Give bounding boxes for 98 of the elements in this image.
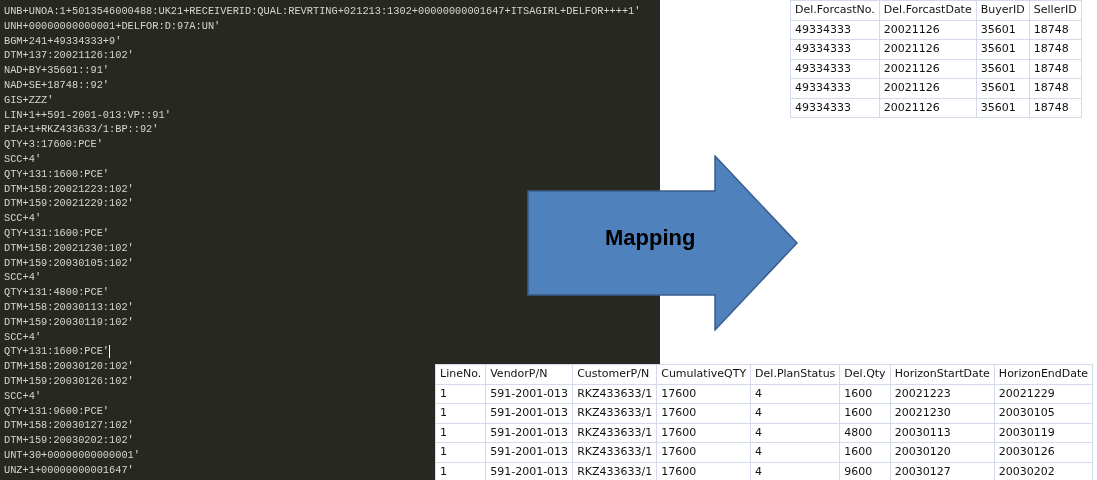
column-header: Del.PlanStatus	[750, 364, 840, 384]
table-cell: 49334333	[790, 39, 880, 59]
table-cell: 35601	[976, 39, 1030, 59]
column-header: HorizonStartDate	[890, 364, 995, 384]
table-cell: 591-2001-013	[485, 384, 573, 404]
table-cell: 20030126	[994, 442, 1093, 462]
code-line: PIA+1+RKZ433633/1:BP::92'	[4, 122, 159, 138]
table-cell: 4	[750, 384, 840, 404]
table-cell: 1600	[839, 384, 891, 404]
table-cell: 18748	[1029, 20, 1082, 40]
table-cell: 17600	[656, 423, 751, 443]
table-cell: 20021126	[879, 98, 977, 118]
code-line: UNZ+1+00000000001647'	[4, 462, 134, 478]
table-cell: RKZ433633/1	[572, 442, 657, 462]
table-cell: 1	[435, 423, 486, 443]
table-cell: 20030113	[890, 423, 995, 443]
code-line: NAD+BY+35601::91'	[4, 63, 110, 78]
code-line: SCC+4'	[4, 388, 42, 404]
column-header: CumulativeQTY	[656, 364, 751, 384]
table-cell: RKZ433633/1	[572, 384, 657, 404]
code-line: DTM+159:20030105:102'	[4, 255, 134, 271]
code-line: DTM+158:20021223:102'	[4, 181, 134, 197]
table-cell: 17600	[656, 442, 751, 462]
column-header: CustomerP/N	[572, 364, 657, 384]
table-cell: 1	[435, 462, 486, 480]
table-cell: 20021126	[879, 39, 977, 59]
table-cell: 17600	[656, 384, 751, 404]
column-header: SellerID	[1029, 0, 1082, 20]
table-cell: 20021223	[890, 384, 995, 404]
code-line: QTY+131:1600:PCE'	[4, 166, 110, 182]
column-header: BuyerID	[976, 0, 1030, 20]
column-header: Del.ForcastDate	[879, 0, 977, 20]
column-header: LineNo.	[435, 364, 486, 384]
table-cell: 35601	[976, 78, 1030, 98]
column-header: Del.Qty	[839, 364, 891, 384]
code-line: DTM+159:20030202:102'	[4, 433, 134, 448]
column-header: VendorP/N	[485, 364, 573, 384]
code-line: NAD+SE+18748::92'	[4, 78, 110, 93]
table-cell: 49334333	[790, 98, 880, 118]
code-line: DTM+158:20021230:102'	[4, 240, 134, 256]
table-cell: RKZ433633/1	[572, 423, 657, 443]
table-cell: 20030119	[994, 423, 1093, 443]
table-cell: RKZ433633/1	[572, 403, 657, 423]
table-cell: 18748	[1029, 98, 1082, 118]
table-cell: 1600	[839, 403, 891, 423]
table-cell: 591-2001-013	[485, 442, 573, 462]
code-line: QTY+131:1600:PCE'	[4, 225, 110, 241]
table-cell: 35601	[976, 59, 1030, 79]
code-line: QTY+131:9600:PCE'	[4, 403, 110, 419]
table-cell: 4	[750, 423, 840, 443]
table-cell: 35601	[976, 20, 1030, 40]
code-line: SCC+4'	[4, 151, 42, 167]
mapping-label: Mapping	[605, 225, 696, 251]
code-line: DTM+158:20030120:102'	[4, 359, 134, 374]
table-cell: 4	[750, 403, 840, 423]
table-cell: 18748	[1029, 39, 1082, 59]
code-line: SCC+4'	[4, 211, 42, 226]
table-cell: 591-2001-013	[485, 403, 573, 423]
code-line: GIS+ZZZ'	[4, 92, 54, 108]
table-cell: 35601	[976, 98, 1030, 118]
table-cell: 49334333	[790, 20, 880, 40]
code-line: DTM+158:20030113:102'	[4, 299, 134, 315]
code-line: UNB+UNOA:1+5013546000488:UK21+RECEIVERID:QUAL:REVRTING+021213:1302+00000000001647+ITSAGIRL+DELFOR++++1'	[4, 4, 641, 19]
table-cell: 20021126	[879, 78, 977, 98]
table-cell: 1	[435, 384, 486, 404]
table-cell: 1600	[839, 442, 891, 462]
code-line: DTM+159:20030126:102'	[4, 373, 134, 389]
code-line: BGM+241+49334333+9'	[4, 33, 122, 49]
code-line: LIN+1++591-2001-013:VP::91'	[4, 107, 171, 123]
table-cell: 1	[435, 403, 486, 423]
table-cell: 20030120	[890, 442, 995, 462]
column-header: HorizonEndDate	[994, 364, 1093, 384]
code-line: SCC+4'	[4, 329, 42, 345]
table-cell: 17600	[656, 403, 751, 423]
code-line: QTY+131:4800:PCE'	[4, 285, 110, 300]
code-line: DTM+158:20030127:102'	[4, 418, 134, 434]
code-line: QTY+131:1600:PCE'	[4, 344, 111, 360]
code-line: UNH+00000000000001+DELFOR:D:97A:UN'	[4, 18, 221, 34]
table-cell: 20030105	[994, 403, 1093, 423]
code-line: SCC+4'	[4, 270, 42, 286]
table-cell: 20021126	[879, 20, 977, 40]
table-cell: 20021126	[879, 59, 977, 79]
table-cell: 49334333	[790, 59, 880, 79]
table-cell: 20021229	[994, 384, 1093, 404]
code-line: QTY+3:17600:PCE'	[4, 137, 103, 152]
table-cell: 4	[750, 442, 840, 462]
code-line: UNT+30+00000000000001'	[4, 447, 140, 463]
code-line: DTM+137:20021126:102'	[4, 48, 134, 64]
table-cell: 49334333	[790, 78, 880, 98]
table-cell: 4800	[839, 423, 891, 443]
table-cell: 20021230	[890, 403, 995, 423]
table-cell: 18748	[1029, 59, 1082, 79]
table-cell: 1	[435, 442, 486, 462]
table-cell: 591-2001-013	[485, 423, 573, 443]
column-header: Del.ForcastNo.	[790, 0, 880, 20]
code-line: DTM+159:20030119:102'	[4, 314, 134, 330]
code-line: DTM+159:20021229:102'	[4, 196, 134, 212]
table-cell: 18748	[1029, 78, 1082, 98]
